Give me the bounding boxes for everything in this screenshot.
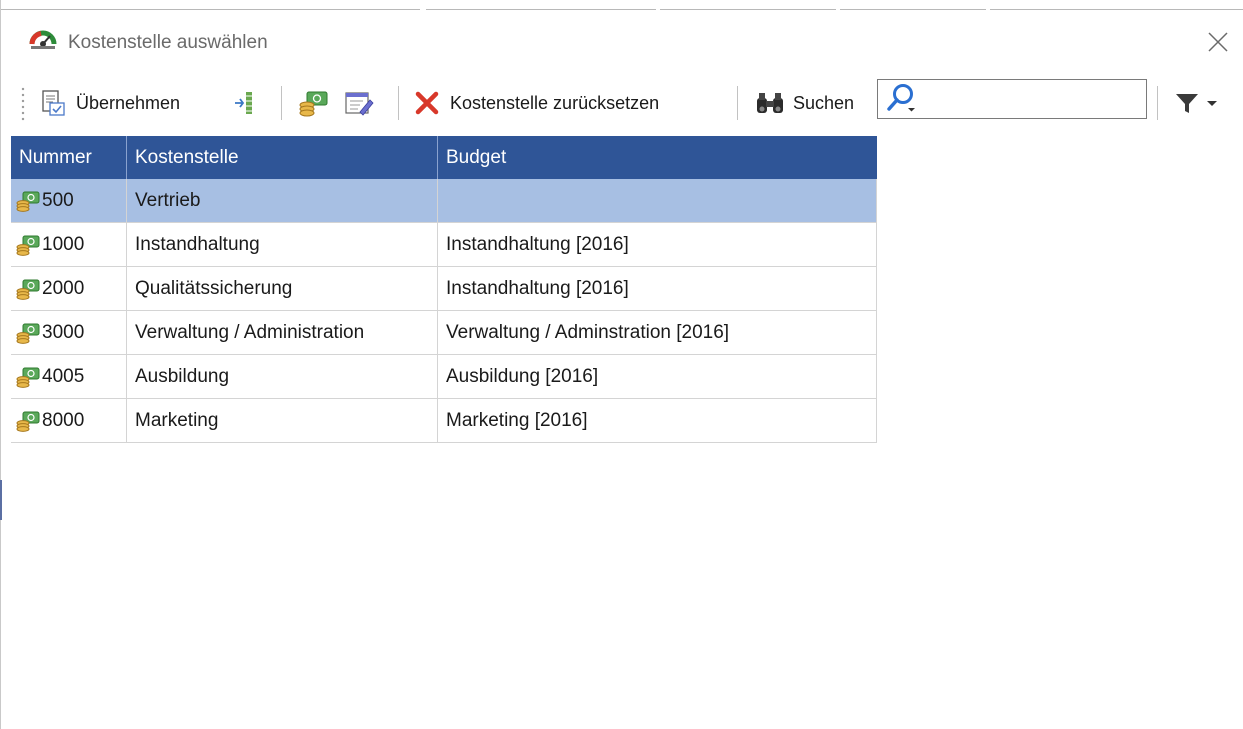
cell-nummer[interactable]: 2000 [11, 266, 127, 311]
title-bar: Kostenstelle auswählen [0, 18, 1243, 68]
table-row[interactable]: 3000 Verwaltung / Administration Verwalt… [11, 310, 877, 355]
cell-kostenstelle[interactable]: Verwaltung / Administration [126, 310, 438, 355]
column-header-kostenstelle[interactable]: Kostenstelle [126, 136, 438, 179]
cost-center-table: Nummer Kostenstelle Budget 500 Vertrieb [11, 136, 877, 443]
cost-center-icon [16, 191, 40, 212]
cost-center-icon [16, 411, 40, 432]
table-row[interactable]: 2000 Qualitätssicherung Instandhaltung [… [11, 266, 877, 311]
search-label: Suchen [793, 92, 855, 113]
apply-document-icon [42, 90, 65, 116]
cell-nummer[interactable]: 8000 [11, 398, 127, 443]
cost-center-button[interactable] [297, 87, 331, 119]
table-row[interactable]: 500 Vertrieb [11, 179, 877, 223]
reset-cost-center-button[interactable]: Kostenstelle zurücksetzen [414, 87, 659, 119]
column-chooser-button[interactable] [232, 87, 258, 119]
cost-center-icon [16, 279, 40, 300]
cell-kostenstelle[interactable]: Vertrieb [126, 179, 438, 223]
cell-kostenstelle[interactable]: Instandhaltung [126, 222, 438, 267]
cost-center-icon [16, 323, 40, 344]
filter-funnel-icon [1176, 94, 1198, 113]
cell-budget[interactable]: Marketing [2016] [437, 398, 877, 443]
search-button[interactable]: Suchen [753, 87, 854, 119]
dialog-window: Kostenstelle auswählen Übernehmen Kosten… [0, 0, 1243, 729]
cost-center-icon [299, 91, 328, 117]
cell-budget[interactable]: Instandhaltung [2016] [437, 266, 877, 311]
apply-button-label: Übernehmen [76, 92, 181, 113]
toolbar-separator [737, 86, 738, 120]
cell-budget[interactable]: Ausbildung [2016] [437, 354, 877, 399]
cell-nummer[interactable]: 3000 [11, 310, 127, 355]
cell-budget[interactable] [437, 179, 877, 223]
cell-kostenstelle[interactable]: Marketing [126, 398, 438, 443]
table-row[interactable]: 8000 Marketing Marketing [2016] [11, 398, 877, 443]
cell-nummer-value: 4005 [42, 365, 85, 387]
apply-button[interactable]: Übernehmen [38, 87, 180, 119]
cell-nummer-value: 1000 [42, 233, 85, 255]
cell-nummer-value: 2000 [42, 277, 85, 299]
cell-nummer[interactable]: 4005 [11, 354, 127, 399]
close-button[interactable] [1200, 22, 1236, 62]
search-input[interactable] [922, 86, 1136, 112]
toolbar-separator [1157, 86, 1158, 120]
cell-budget[interactable]: Verwaltung / Adminstration [2016] [437, 310, 877, 355]
cell-nummer-value: 500 [42, 189, 74, 211]
cell-nummer-value: 3000 [42, 321, 85, 343]
background-window-edge [0, 0, 1243, 10]
cell-kostenstelle[interactable]: Ausbildung [126, 354, 438, 399]
red-x-icon [415, 91, 439, 115]
search-icon [887, 84, 915, 112]
search-field[interactable] [877, 79, 1147, 119]
cell-nummer[interactable]: 500 [11, 179, 127, 223]
binoculars-icon [757, 93, 783, 113]
cost-center-icon [16, 367, 40, 388]
table-header-row: Nummer Kostenstelle Budget [11, 136, 877, 179]
window-focus-accent [0, 480, 2, 520]
cell-nummer[interactable]: 1000 [11, 222, 127, 267]
cell-budget[interactable]: Instandhaltung [2016] [437, 222, 877, 267]
toolbar-grip[interactable] [21, 86, 25, 122]
cost-center-app-icon [29, 30, 57, 49]
column-header-budget[interactable]: Budget [437, 136, 877, 179]
close-icon [1208, 32, 1228, 52]
cell-nummer-value: 8000 [42, 409, 85, 431]
table-row[interactable]: 4005 Ausbildung Ausbildung [2016] [11, 354, 877, 399]
reset-cost-center-label: Kostenstelle zurücksetzen [450, 92, 660, 113]
chevron-down-icon [1207, 101, 1217, 106]
edit-form-icon [345, 92, 374, 116]
column-chooser-icon [235, 92, 252, 114]
column-header-nummer[interactable]: Nummer [11, 136, 127, 179]
cost-center-icon [16, 235, 40, 256]
edit-form-button[interactable] [343, 87, 375, 119]
toolbar-separator [281, 86, 282, 120]
filter-dropdown-button[interactable] [1172, 87, 1222, 119]
cell-kostenstelle[interactable]: Qualitätssicherung [126, 266, 438, 311]
toolbar-separator [398, 86, 399, 120]
window-title: Kostenstelle auswählen [68, 32, 268, 53]
table-row[interactable]: 1000 Instandhaltung Instandhaltung [2016… [11, 222, 877, 267]
